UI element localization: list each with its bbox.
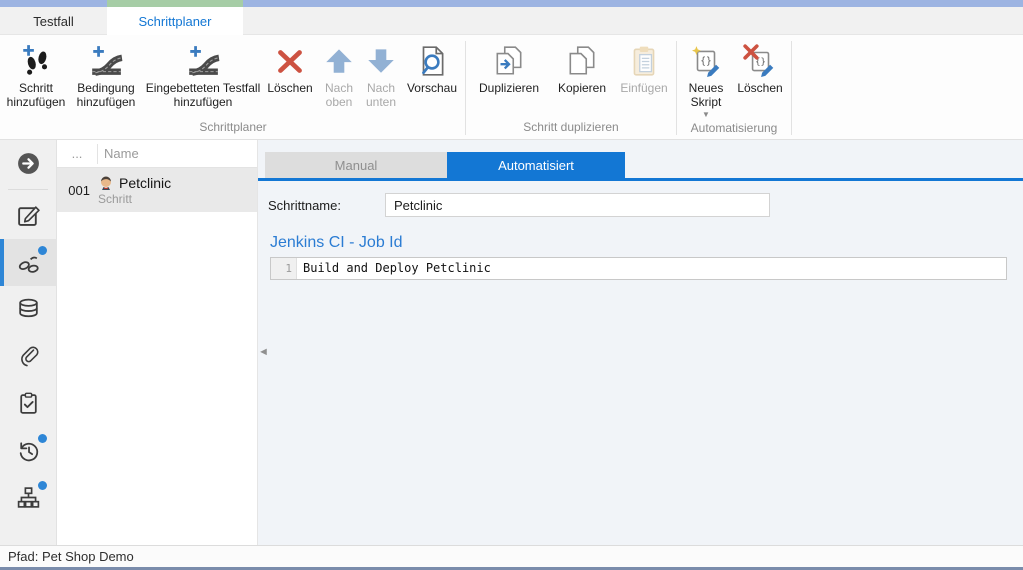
active-tab-underline — [258, 178, 1023, 181]
sidebar-item-tasks[interactable] — [0, 380, 57, 427]
database-icon — [16, 297, 41, 322]
button-label: Einfügen — [620, 81, 667, 95]
ribbon-group-schrittplaner: Schritt hinzufügen Bedingung hinzufügen — [4, 35, 462, 139]
splitter-collapse-handle[interactable]: ◄ — [258, 345, 268, 359]
ribbon-separator — [676, 41, 677, 135]
notification-dot — [38, 246, 47, 255]
notification-dot — [38, 481, 47, 490]
step-name-row: Schrittname: — [268, 193, 770, 217]
preview-button[interactable]: Vorschau — [402, 41, 462, 95]
ribbon-group-label: Schritt duplizieren — [469, 118, 673, 139]
add-condition-icon — [89, 44, 123, 78]
step-list-header: ... Name — [57, 140, 257, 168]
step-name-label: Schrittname: — [268, 198, 385, 213]
preview-icon — [415, 44, 449, 78]
sidebar-item-hierarchy[interactable] — [0, 474, 57, 521]
delete-step-button[interactable]: Löschen — [262, 41, 318, 95]
button-label: Duplizieren — [479, 81, 539, 95]
tab-manual[interactable]: Manual — [265, 152, 447, 178]
sidebar-item-data[interactable] — [0, 286, 57, 333]
button-label: Vorschau — [407, 81, 457, 95]
ribbon-separator — [791, 41, 792, 135]
main-area: ... Name 001 Petclinic Schritt ◄ — [0, 140, 1023, 545]
add-condition-button[interactable]: Bedingung hinzufügen — [68, 41, 144, 109]
circle-arrow-right-icon — [16, 151, 41, 176]
button-label: Schritt hinzufügen — [4, 81, 68, 109]
step-list: ... Name 001 Petclinic Schritt — [57, 140, 258, 545]
column-header-name: Name — [98, 146, 139, 161]
new-script-icon: {} — [689, 44, 723, 78]
sidebar — [0, 140, 57, 545]
move-up-icon — [322, 44, 356, 78]
sidebar-divider — [8, 189, 48, 190]
button-label: Nach oben — [318, 81, 360, 109]
sidebar-item-history[interactable] — [0, 427, 57, 474]
button-label: Nach unten — [360, 81, 402, 109]
duplicate-icon — [492, 44, 526, 78]
copy-button[interactable]: Kopieren — [549, 41, 615, 95]
step-name-input[interactable] — [385, 193, 770, 217]
button-label: Bedingung hinzufügen — [68, 81, 144, 109]
notification-dot — [38, 434, 47, 443]
job-id-editor[interactable]: 1 Build and Deploy Petclinic — [270, 257, 1007, 280]
copy-icon — [565, 44, 599, 78]
hierarchy-icon — [16, 485, 41, 510]
tab-schrittplaner[interactable]: Schrittplaner — [107, 7, 243, 36]
move-up-button: Nach oben — [318, 41, 360, 109]
tab-testfall[interactable]: Testfall — [0, 7, 107, 35]
column-header-dots: ... — [57, 144, 98, 164]
new-script-button[interactable]: {} Neues Skript ▼ — [680, 41, 732, 119]
status-path: Pfad: Pet Shop Demo — [8, 549, 134, 564]
svg-text:{}: {} — [700, 56, 712, 67]
sidebar-item-edit[interactable] — [0, 192, 57, 239]
step-title: Petclinic — [119, 175, 171, 191]
clipboard-check-icon — [16, 391, 41, 416]
duplicate-button[interactable]: Duplizieren — [469, 41, 549, 95]
status-bar: Pfad: Pet Shop Demo — [0, 545, 1023, 567]
button-label: Eingebetteten Testfall hinzufügen — [144, 81, 262, 109]
button-label: Löschen — [267, 81, 312, 95]
button-label: Neues Skript — [680, 81, 732, 109]
jenkins-section-title: Jenkins CI - Job Id — [270, 234, 403, 252]
ribbon-group-automatisierung: {} Neues Skript ▼ {} Löschen Automatisie… — [680, 35, 788, 139]
paste-button: Einfügen — [615, 41, 673, 95]
editor-code-line[interactable]: Build and Deploy Petclinic — [297, 258, 491, 279]
ribbon-separator — [465, 41, 466, 135]
footsteps-icon — [16, 250, 41, 275]
step-row-petclinic[interactable]: 001 Petclinic Schritt — [57, 168, 257, 212]
detail-tabs: Manual Automatisiert — [265, 152, 625, 178]
button-label: Löschen — [737, 81, 782, 95]
paperclip-icon — [16, 344, 41, 369]
sidebar-item-steps[interactable] — [0, 239, 57, 286]
move-down-button: Nach unten — [360, 41, 402, 109]
sidebar-item-attachments[interactable] — [0, 333, 57, 380]
delete-step-icon — [273, 44, 307, 78]
step-number: 001 — [57, 183, 98, 198]
paste-icon — [627, 44, 661, 78]
add-embedded-testcase-button[interactable]: Eingebetteten Testfall hinzufügen — [144, 41, 262, 109]
add-embedded-testcase-icon — [186, 44, 220, 78]
add-step-button[interactable]: Schritt hinzufügen — [4, 41, 68, 109]
editor-line-number: 1 — [271, 258, 297, 279]
sidebar-item-navigate[interactable] — [0, 140, 57, 187]
ribbon: Schritt hinzufügen Bedingung hinzufügen — [0, 35, 1023, 140]
window-tabbar: Testfall Schrittplaner — [0, 7, 1023, 35]
active-tab-accent — [107, 0, 243, 7]
step-subtitle: Schritt — [98, 192, 171, 206]
edit-icon — [16, 203, 41, 228]
ribbon-group-schritt-duplizieren: Duplizieren Kopieren Einfügen Schritt — [469, 35, 673, 139]
add-step-icon — [19, 44, 53, 78]
delete-script-button[interactable]: {} Löschen — [732, 41, 788, 95]
ribbon-group-label: Schrittplaner — [4, 118, 462, 139]
tab-automatisiert[interactable]: Automatisiert — [447, 152, 625, 178]
detail-panel: ◄ Manual Automatisiert Schrittname: Jenk… — [258, 140, 1023, 545]
ribbon-group-label: Automatisierung — [680, 119, 788, 140]
chevron-down-icon[interactable]: ▼ — [702, 111, 710, 119]
history-icon — [16, 438, 41, 463]
delete-script-icon: {} — [743, 44, 777, 78]
button-label: Kopieren — [558, 81, 606, 95]
move-down-icon — [364, 44, 398, 78]
jenkins-icon — [98, 175, 114, 191]
window-accent-strip — [0, 0, 1023, 7]
